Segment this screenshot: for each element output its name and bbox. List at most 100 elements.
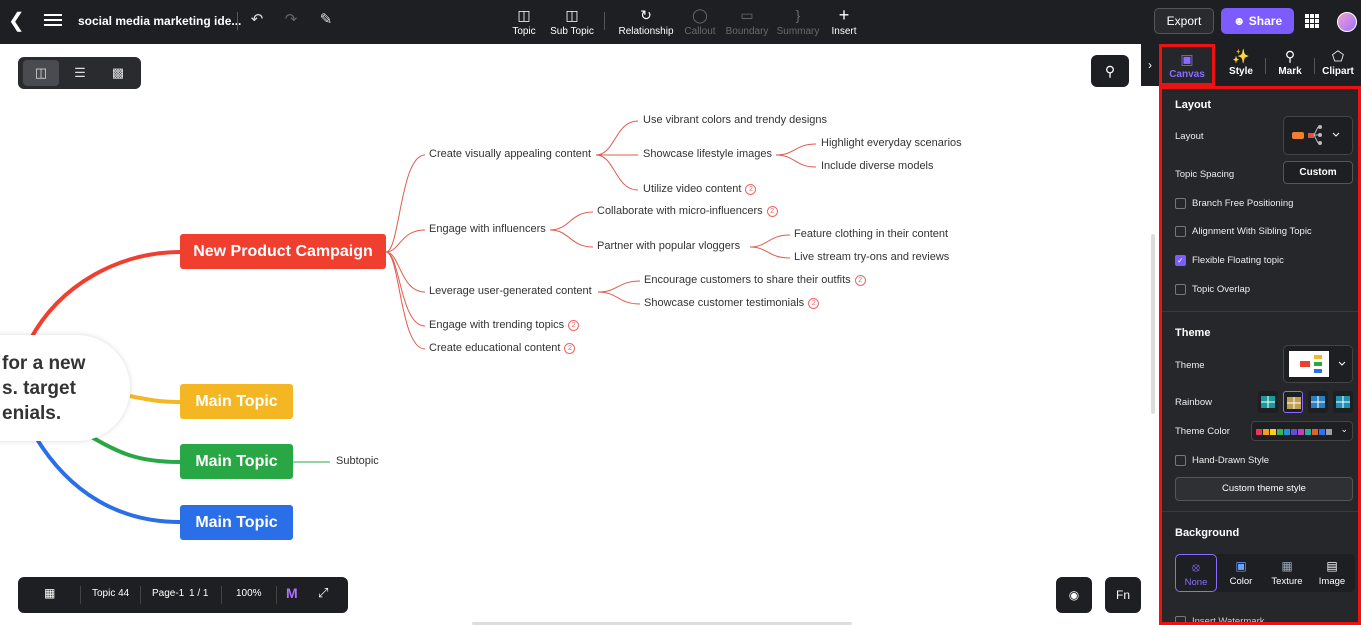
ai-icon[interactable]: M	[286, 585, 298, 601]
tab-clipart-label: Clipart	[1322, 66, 1354, 77]
branch-topic[interactable]: Live stream try-ons and reviews	[794, 251, 949, 263]
format-painter-icon[interactable]: ✎	[316, 10, 336, 28]
branch-topic[interactable]: Leverage user-generated content	[429, 285, 592, 297]
branch-topic[interactable]: Engage with influencers	[429, 223, 546, 235]
tab-mark-label: Mark	[1278, 66, 1302, 77]
divider	[80, 586, 81, 604]
theme-preview-icon	[1289, 351, 1346, 377]
collapsed-count-badge[interactable]: 2	[745, 183, 757, 195]
bg-texture-option[interactable]: ▦ Texture	[1266, 554, 1308, 592]
subtopic[interactable]: Subtopic	[336, 455, 379, 467]
collapsed-count-badge[interactable]: 2	[564, 342, 576, 354]
branch-topic-label: Collaborate with micro-influencers	[597, 205, 763, 217]
custom-theme-style-button[interactable]: Custom theme style	[1175, 477, 1353, 501]
branch-free-checkbox[interactable]	[1175, 198, 1186, 209]
boundary-tool-button[interactable]: ▭ Boundary	[725, 4, 769, 42]
apps-grid-icon[interactable]	[1305, 14, 1319, 28]
alignment-checkbox[interactable]	[1175, 226, 1186, 237]
color-swatch	[1277, 429, 1283, 435]
insert-tool-button[interactable]: + Insert	[830, 4, 858, 42]
tab-clipart[interactable]: ⬠ Clipart	[1314, 44, 1361, 86]
collapsed-count-badge[interactable]: 2	[808, 297, 820, 309]
branch-topic-collapsed[interactable]: Utilize video content 2	[643, 183, 757, 195]
branch-topic-collapsed[interactable]: Encourage customers to share their outfi…	[644, 274, 866, 286]
view-switcher: ◫ ☰ ▩	[18, 57, 141, 89]
watermark-checkbox[interactable]	[1175, 616, 1186, 622]
branch-topic[interactable]: Showcase lifestyle images	[643, 148, 772, 160]
page-name[interactable]: Page-1	[152, 588, 184, 599]
color-swatch	[1312, 429, 1318, 435]
theme-select[interactable]	[1283, 345, 1353, 383]
branch-topic[interactable]: Include diverse models	[821, 160, 934, 172]
theme-color-select[interactable]: ⌄	[1251, 421, 1353, 441]
vertical-scrollbar[interactable]	[1151, 234, 1155, 414]
bg-color-option[interactable]: ▣ Color	[1220, 554, 1262, 592]
branch-topic[interactable]: Highlight everyday scenarios	[821, 137, 962, 149]
collapsed-count-badge[interactable]: 2	[568, 319, 580, 331]
fullscreen-icon[interactable]: ⤢	[318, 585, 328, 601]
share-button[interactable]: ☻ Share	[1221, 8, 1294, 34]
hand-drawn-checkbox[interactable]	[1175, 455, 1186, 466]
insert-tool-label: Insert	[831, 26, 857, 37]
tab-canvas[interactable]: ▣ Canvas	[1159, 44, 1215, 86]
plus-icon: +	[838, 5, 850, 25]
branch-topic[interactable]: Partner with popular vloggers	[597, 240, 740, 252]
branch-topic[interactable]: Use vibrant colors and trendy designs	[643, 114, 827, 126]
main-topic[interactable]: Main Topic	[180, 384, 293, 419]
topic-overlap-checkbox[interactable]	[1175, 284, 1186, 295]
chevron-down-icon: ⌄	[1340, 424, 1348, 434]
rainbow-option[interactable]	[1333, 391, 1353, 413]
document-title[interactable]: social media marketing ide...	[78, 14, 241, 28]
topic-spacing-button[interactable]: Custom	[1283, 161, 1353, 184]
collapse-panel-icon[interactable]: ›	[1141, 44, 1159, 86]
undo-icon[interactable]: ↶	[247, 10, 267, 28]
tab-style[interactable]: ✨ Style	[1215, 44, 1267, 86]
bg-image-option[interactable]: ▤ Image	[1311, 554, 1353, 592]
branch-topic-collapsed[interactable]: Showcase customer testimonials 2	[644, 297, 820, 309]
zoom-level[interactable]: 100%	[236, 588, 262, 599]
divider	[1162, 311, 1358, 312]
color-swatch	[1291, 429, 1297, 435]
relationship-tool-button[interactable]: ↻ Relationship	[617, 4, 675, 42]
outline-view-icon[interactable]: ☰	[62, 60, 98, 86]
rainbow-option[interactable]	[1308, 391, 1328, 413]
search-icon[interactable]: ⚲	[1091, 55, 1129, 87]
rainbow-option[interactable]	[1258, 391, 1278, 413]
tab-mark[interactable]: ⚲ Mark	[1264, 44, 1316, 86]
clipart-icon: ⬠	[1331, 48, 1345, 64]
branch-topic[interactable]: Create visually appealing content	[429, 148, 591, 160]
menu-icon[interactable]	[44, 11, 62, 29]
topic-spacing-label: Topic Spacing	[1175, 169, 1235, 180]
map-icon[interactable]: ▦	[44, 586, 55, 600]
collapsed-count-badge[interactable]: 2	[854, 274, 866, 286]
main-topic[interactable]: Main Topic	[180, 444, 293, 479]
rainbow-option-selected[interactable]	[1283, 391, 1303, 413]
redo-icon[interactable]: ↷	[281, 10, 301, 28]
summary-tool-button[interactable]: } Summary	[776, 4, 820, 42]
tab-canvas-label: Canvas	[1169, 69, 1205, 80]
main-topic[interactable]: Main Topic	[180, 505, 293, 540]
bg-none-option[interactable]: ⦻ None	[1175, 554, 1217, 592]
branch-topic-collapsed[interactable]: Create educational content 2	[429, 342, 576, 354]
back-arrow-icon[interactable]: ❮	[8, 10, 28, 32]
export-button[interactable]: Export	[1154, 8, 1214, 34]
collapsed-count-badge[interactable]: 2	[766, 205, 778, 217]
topic-tool-button[interactable]: ◫ Topic	[509, 4, 539, 42]
color-swatch	[1319, 429, 1325, 435]
flexible-floating-checkbox[interactable]: ✓	[1175, 255, 1186, 266]
mindmap-view-icon[interactable]: ◫	[23, 60, 59, 86]
mindmap-canvas[interactable]: ◫ ☰ ▩ ⚲ for a new s. target enials. New …	[0, 44, 1155, 625]
branch-topic-collapsed[interactable]: Engage with trending topics 2	[429, 319, 580, 331]
bg-texture-label: Texture	[1271, 576, 1303, 587]
presentation-view-icon[interactable]: ▩	[100, 60, 136, 86]
branch-topic[interactable]: Feature clothing in their content	[794, 228, 948, 240]
branch-topic-collapsed[interactable]: Collaborate with micro-influencers 2	[597, 205, 778, 217]
mouse-mode-icon[interactable]: ◉	[1056, 577, 1092, 613]
callout-tool-button[interactable]: ◯ Callout	[683, 4, 717, 42]
central-topic[interactable]: for a new s. target enials.	[0, 335, 130, 441]
function-key-icon[interactable]: Fn	[1105, 577, 1141, 613]
subtopic-tool-button[interactable]: ◫ Sub Topic	[549, 4, 595, 42]
avatar[interactable]	[1337, 12, 1357, 32]
layout-select[interactable]	[1283, 116, 1353, 155]
main-topic-new-product-campaign[interactable]: New Product Campaign	[180, 234, 386, 269]
